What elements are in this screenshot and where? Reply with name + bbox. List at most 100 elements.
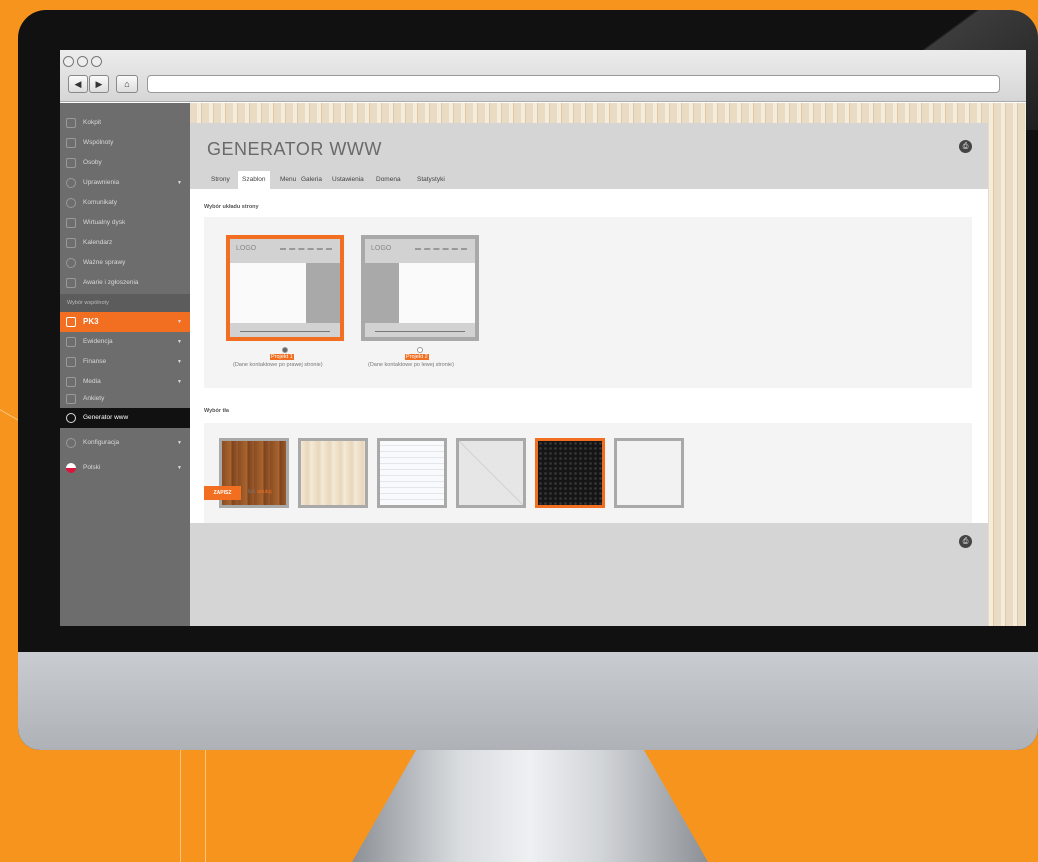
sidebar-item-uprawnienia[interactable]: Uprawnienia ▼ (60, 173, 190, 193)
save-button[interactable]: ZAPISZ (204, 486, 241, 500)
back-button[interactable]: ◀ (68, 75, 88, 93)
background-swatch-light-gray-pattern[interactable] (456, 438, 526, 508)
finance-icon (66, 357, 76, 367)
layout-sidebar-left (365, 263, 399, 323)
monitor: ◀ ▶ ⌂ Kokpit Wspólnoty Osoby Uprawnienia… (18, 10, 1038, 750)
calendar-icon (66, 238, 76, 248)
sidebar-item-awarie[interactable]: Awarie i zgłoszenia (60, 273, 190, 293)
chevron-down-icon: ▼ (177, 339, 182, 345)
background-swatch-white-lines[interactable] (377, 438, 447, 508)
tab-strony[interactable]: Strony (207, 171, 234, 189)
sidebar-item-label: Ankiety (83, 395, 105, 402)
sidebar-item-konfiguracja[interactable]: Konfiguracja ▼ (60, 433, 190, 453)
sidebar-item-finanse[interactable]: Finanse ▼ (60, 352, 190, 372)
sidebar-item-label: Ważne sprawy (83, 259, 126, 266)
layout-menu-placeholder (415, 248, 467, 250)
community-selector[interactable]: PK3 ▼ (60, 312, 190, 332)
community-section-label: Wybór wspólnoty (60, 294, 190, 312)
sidebar-item-label: Osoby (83, 159, 102, 166)
tab-szablon[interactable]: Szablon (238, 171, 270, 189)
home-button[interactable]: ⌂ (116, 75, 138, 93)
layout-radio-2[interactable] (417, 347, 423, 353)
address-bar[interactable] (147, 75, 1000, 93)
screen: ◀ ▶ ⌂ Kokpit Wspólnoty Osoby Uprawnienia… (60, 50, 1026, 626)
layout-logo-label: LOGO (371, 245, 392, 252)
sidebar-item-label: Uprawnienia (83, 179, 120, 186)
print-icon[interactable]: ⎙ (959, 535, 972, 548)
sidebar-item-osoby[interactable]: Osoby (60, 153, 190, 173)
layout-name-1: Projekt 1 (270, 354, 294, 360)
sidebar-item-ewidencja[interactable]: Ewidencja ▼ (60, 332, 190, 352)
list-icon (66, 337, 76, 347)
background-swatch-black-dots[interactable] (535, 438, 605, 508)
background-swatch-light-wood[interactable] (298, 438, 368, 508)
chevron-down-icon: ▼ (177, 180, 182, 186)
poland-flag-icon (66, 463, 76, 473)
window-close-dot[interactable] (63, 56, 74, 67)
sidebar-item-kokpit[interactable]: Kokpit (60, 113, 190, 133)
background-section-title: Wybór tła (204, 408, 229, 414)
page-title: GENERATOR WWW (207, 139, 382, 159)
layout-name-2: Projekt 2 (405, 354, 429, 360)
chevron-down-icon: ▼ (177, 319, 182, 325)
main-content: GENERATOR WWW ⎙ Strony Szablon Menu Gale… (190, 103, 1026, 626)
background-picker (204, 423, 972, 523)
sidebar-item-label: Konfiguracja (83, 439, 120, 446)
folder-icon (66, 218, 76, 228)
sidebar-item-label: Kalendarz (83, 239, 113, 246)
layout-option-1[interactable]: LOGO (226, 235, 344, 341)
tab-domena[interactable]: Domena (372, 171, 405, 189)
sidebar-item-label: Media (83, 378, 101, 385)
sidebar-item-label: Polski (83, 464, 101, 471)
gear-icon (66, 178, 76, 188)
sidebar-item-komunikaty[interactable]: Komunikaty (60, 193, 190, 213)
window-zoom-dot[interactable] (91, 56, 102, 67)
forward-button[interactable]: ▶ (89, 75, 109, 93)
sidebar-item-label: Finanse (83, 358, 107, 365)
layout-option-2[interactable]: LOGO (361, 235, 479, 341)
layout-footer-line (240, 331, 330, 332)
home-icon: ⌂ (124, 79, 130, 89)
layout-desc-1: (Dane kontaktowe po prawej stronie) (233, 362, 323, 368)
layout-logo-label: LOGO (236, 245, 257, 252)
chevron-down-icon: ▼ (177, 465, 182, 471)
sidebar-item-language[interactable]: Polski ▼ (60, 458, 190, 478)
layout-radio-1[interactable] (282, 347, 288, 353)
layout-footer-line (375, 331, 465, 332)
sidebar-item-wirtualny-dysk[interactable]: Wirtualny dysk (60, 213, 190, 233)
tab-statystyki[interactable]: Statystyki (413, 171, 449, 189)
sidebar-item-media[interactable]: Media ▼ (60, 372, 190, 392)
cancel-link[interactable]: anuluj (257, 489, 272, 495)
print-icon[interactable]: ⎙ (959, 140, 972, 153)
sidebar: Kokpit Wspólnoty Osoby Uprawnienia ▼ Komu… (60, 103, 190, 626)
sidebar-item-label: Awarie i zgłoszenia (83, 279, 139, 286)
speech-bubble-icon (66, 198, 76, 208)
sidebar-item-wazne-sprawy[interactable]: Ważne sprawy (60, 253, 190, 273)
tab-ustawienia[interactable]: Ustawienia (328, 171, 368, 189)
sidebar-item-label: Ewidencja (83, 338, 113, 345)
community-name: PK3 (83, 317, 99, 326)
chevron-down-icon: ▼ (177, 359, 182, 365)
gear-icon (66, 438, 76, 448)
dashboard-icon (66, 118, 76, 128)
background-swatch-white-texture[interactable] (614, 438, 684, 508)
background-line (180, 740, 181, 862)
cancel-link-group: lub anuluj (248, 489, 272, 495)
sidebar-item-generator-www[interactable]: Generator www (60, 408, 190, 428)
layout-menu-placeholder (280, 248, 332, 250)
sidebar-item-label: Wspólnoty (83, 139, 114, 146)
sidebar-item-kalendarz[interactable]: Kalendarz (60, 233, 190, 253)
sidebar-item-label: Generator www (83, 414, 129, 421)
content-panel: GENERATOR WWW ⎙ Strony Szablon Menu Gale… (190, 123, 988, 626)
layout-section-title: Wybór układu strony (204, 204, 259, 210)
tab-galeria[interactable]: Galeria (297, 171, 326, 189)
sidebar-item-ankiety[interactable]: Ankiety (60, 390, 190, 408)
panel-header: GENERATOR WWW ⎙ Strony Szablon Menu Gale… (190, 123, 988, 189)
sidebar-item-wspolnoty[interactable]: Wspólnoty (60, 133, 190, 153)
layout-desc-2: (Dane kontaktowe po lewej stronie) (368, 362, 454, 368)
survey-icon (66, 394, 76, 404)
people-icon (66, 158, 76, 168)
sidebar-item-label: Wirtualny dysk (83, 219, 126, 226)
window-minimize-dot[interactable] (77, 56, 88, 67)
layout-picker: LOGO Projekt 1 (Dane kontaktowe po prawe… (204, 217, 972, 388)
